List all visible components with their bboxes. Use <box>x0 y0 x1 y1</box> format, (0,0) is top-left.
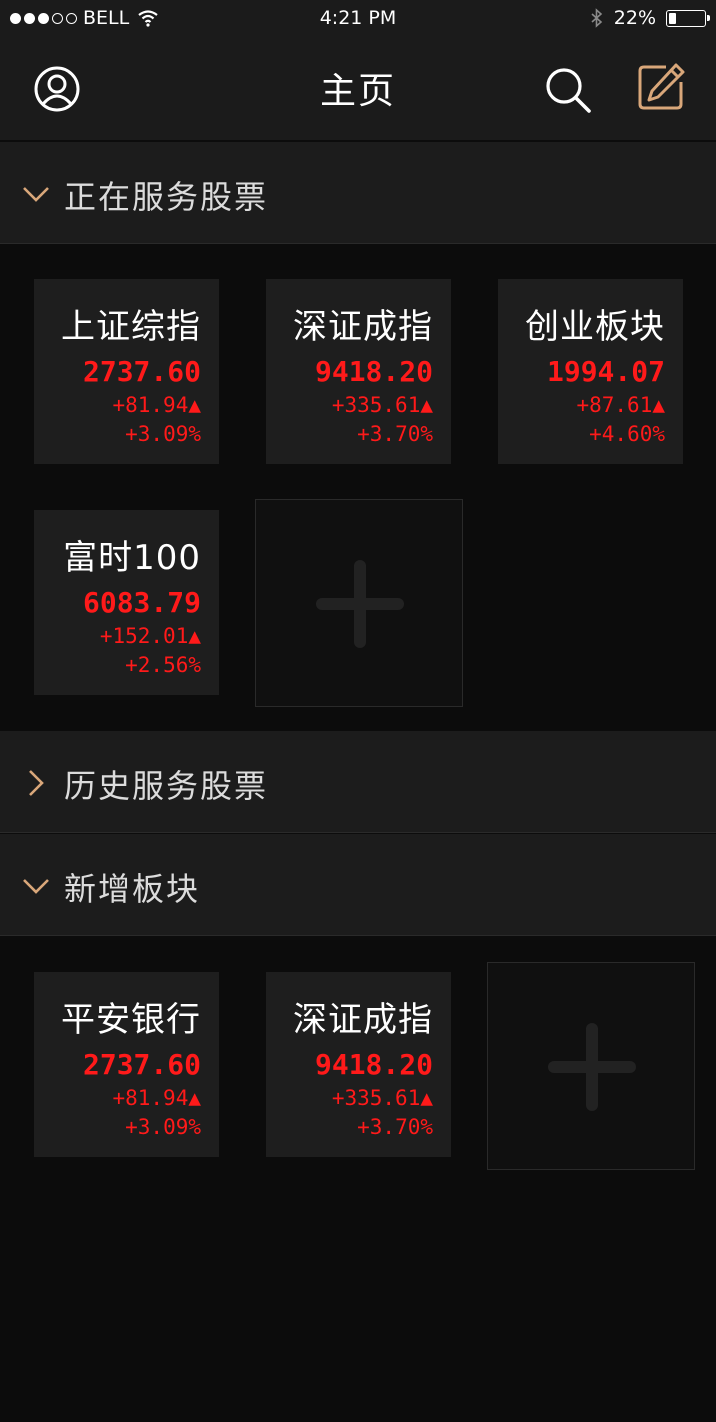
stock-card[interactable]: 富时100 6083.79 +152.01▲ +2.56% <box>34 510 219 695</box>
stock-percent: +4.60% <box>589 422 665 446</box>
stock-value: 2737.60 <box>82 1048 201 1081</box>
stock-change: +81.94▲ <box>112 393 201 417</box>
stock-value: 9418.20 <box>314 355 433 388</box>
stock-card[interactable]: 深证成指 9418.20 +335.61▲ +3.70% <box>266 972 451 1157</box>
stock-percent: +2.56% <box>125 653 201 677</box>
chevron-down-icon <box>23 187 49 202</box>
stock-name: 创业板块 <box>525 307 665 347</box>
section-history-header[interactable]: 历史服务股票 <box>0 731 716 833</box>
stock-percent: +3.70% <box>357 422 433 446</box>
stock-percent: +3.09% <box>125 422 201 446</box>
add-stock-button[interactable] <box>487 962 695 1170</box>
status-bar: BELL 4:21 PM 22% <box>0 0 716 36</box>
stock-name: 富时100 <box>63 538 201 578</box>
stock-card[interactable]: 深证成指 9418.20 +335.61▲ +3.70% <box>266 279 451 464</box>
nav-bar: 主页 <box>0 36 716 140</box>
stock-name: 平安银行 <box>61 1000 201 1040</box>
stock-percent: +3.70% <box>357 1115 433 1139</box>
stock-card[interactable]: 上证综指 2737.60 +81.94▲ +3.09% <box>34 279 219 464</box>
stock-change: +81.94▲ <box>112 1086 201 1110</box>
stock-card[interactable]: 创业板块 1994.07 +87.61▲ +4.60% <box>498 279 683 464</box>
stock-card[interactable]: 平安银行 2737.60 +81.94▲ +3.09% <box>34 972 219 1157</box>
stock-change: +335.61▲ <box>331 393 433 417</box>
plus-icon-vertical <box>586 1023 598 1111</box>
chevron-right-icon <box>29 770 44 796</box>
battery-tip <box>707 14 710 21</box>
section-new-label: 新增板块 <box>64 870 201 908</box>
stock-name: 上证综指 <box>61 307 201 347</box>
stock-change: +335.61▲ <box>331 1086 433 1110</box>
stock-name: 深证成指 <box>293 307 433 347</box>
stock-change: +152.01▲ <box>99 624 201 648</box>
section-current-label: 正在服务股票 <box>64 178 269 216</box>
page-title: 主页 <box>319 71 396 112</box>
battery-icon <box>666 9 710 27</box>
section-current-header[interactable]: 正在服务股票 <box>0 142 716 244</box>
chevron-down-icon <box>23 879 49 894</box>
add-stock-button[interactable] <box>255 499 463 707</box>
stock-value: 9418.20 <box>314 1048 433 1081</box>
plus-icon-vertical <box>354 560 366 648</box>
bluetooth-icon <box>591 8 602 28</box>
battery-fill <box>669 12 677 24</box>
stock-value: 2737.60 <box>82 355 201 388</box>
battery-percent: 22% <box>613 7 656 29</box>
section-history-label: 历史服务股票 <box>64 767 269 805</box>
stock-percent: +3.09% <box>125 1115 201 1139</box>
stock-value: 6083.79 <box>82 586 201 619</box>
stock-name: 深证成指 <box>293 1000 433 1040</box>
search-icon[interactable] <box>542 64 594 116</box>
stock-change: +87.61▲ <box>576 393 665 417</box>
edit-icon[interactable] <box>636 62 686 112</box>
section-new-header[interactable]: 新增板块 <box>0 834 716 936</box>
stock-value: 1994.07 <box>546 355 665 388</box>
status-right: 22% <box>590 7 710 29</box>
